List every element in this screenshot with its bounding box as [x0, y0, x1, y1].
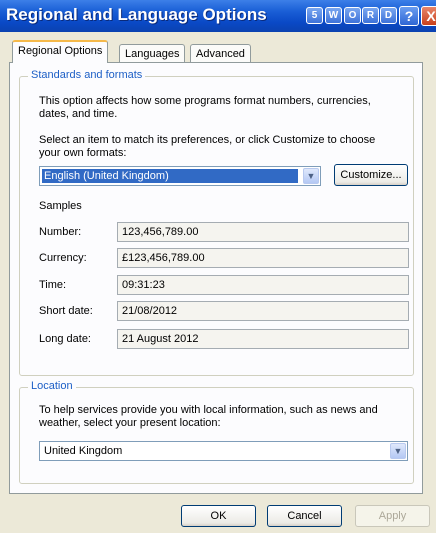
samples-heading: Samples: [39, 200, 82, 212]
sample-label-time: Time:: [39, 279, 67, 291]
location-group: Location To help services provide you wi…: [19, 380, 414, 484]
window-title: Regional and Language Options: [6, 5, 267, 24]
tab-advanced[interactable]: Advanced: [190, 44, 251, 64]
tab-panel: Standards and formats This option affect…: [9, 62, 423, 494]
tab-regional-options[interactable]: Regional Options: [12, 40, 109, 63]
chevron-down-icon[interactable]: ▼: [303, 168, 319, 184]
sample-value-currency: £123,456,789.00: [117, 248, 409, 268]
standards-group: Standards and formats This option affect…: [19, 69, 414, 376]
apply-button[interactable]: Apply: [355, 505, 430, 527]
badge-letter-o: O: [344, 7, 361, 24]
sample-value-time: 09:31:23: [117, 275, 409, 295]
standards-instruction: Select an item to match its preferences,…: [39, 134, 376, 159]
location-group-title: Location: [28, 380, 76, 392]
badge-letter-d: D: [380, 7, 397, 24]
location-select-value: United Kingdom: [44, 445, 123, 457]
sample-label-long-date: Long date:: [39, 333, 91, 345]
help-button[interactable]: ?: [399, 6, 419, 26]
format-select[interactable]: English (United Kingdom) ▼: [39, 166, 321, 186]
sample-label-short-date: Short date:: [39, 305, 93, 317]
standards-description: This option affects how some programs fo…: [39, 95, 371, 120]
customize-button[interactable]: Customize...: [334, 164, 408, 186]
title-bar[interactable]: Regional and Language Options 5 W O R D …: [0, 0, 436, 32]
badge-letter-5: 5: [306, 7, 323, 24]
sample-value-long-date: 21 August 2012: [117, 329, 409, 349]
sample-label-currency: Currency:: [39, 252, 87, 264]
location-select[interactable]: United Kingdom ▼: [39, 441, 408, 461]
tab-languages[interactable]: Languages: [119, 44, 186, 64]
sample-label-number: Number:: [39, 226, 82, 238]
sample-value-short-date: 21/08/2012: [117, 301, 409, 321]
chevron-down-icon[interactable]: ▼: [390, 443, 406, 459]
location-description: To help services provide you with local …: [39, 404, 378, 429]
standards-group-title: Standards and formats: [28, 69, 146, 81]
format-select-value: English (United Kingdom): [42, 169, 298, 183]
badge-letter-w: W: [325, 7, 342, 24]
sample-value-number: 123,456,789.00: [117, 222, 409, 242]
cancel-button[interactable]: Cancel: [267, 505, 342, 527]
badge-letter-r: R: [362, 7, 379, 24]
ok-button[interactable]: OK: [181, 505, 256, 527]
close-button[interactable]: X: [421, 6, 436, 26]
